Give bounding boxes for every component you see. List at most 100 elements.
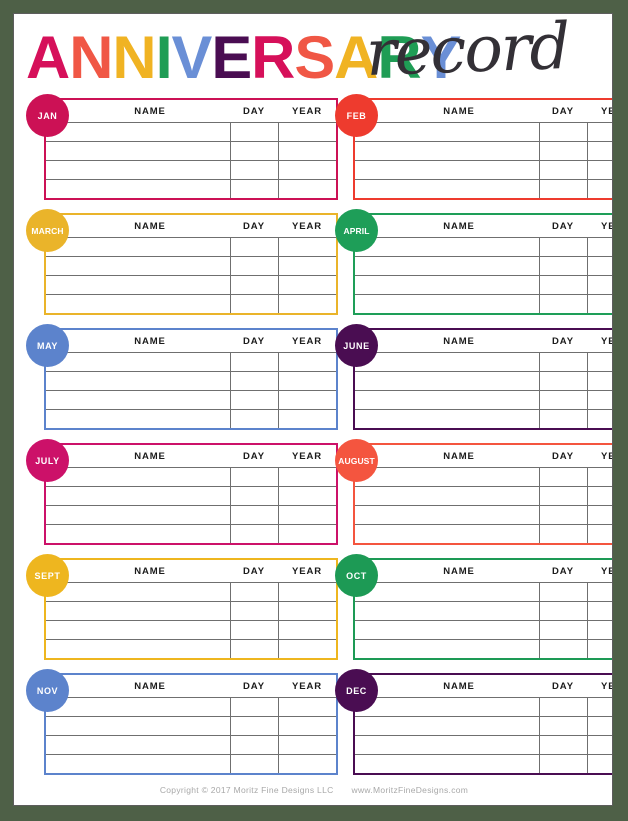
entry-cell-name[interactable] bbox=[354, 601, 540, 621]
entry-cell-name[interactable] bbox=[354, 371, 540, 391]
entry-cell-name[interactable] bbox=[45, 122, 231, 142]
entry-cell-year[interactable] bbox=[586, 639, 612, 659]
entry-cell-name[interactable] bbox=[354, 294, 540, 314]
entry-cell-day[interactable] bbox=[229, 179, 279, 199]
entry-cell-name[interactable] bbox=[354, 409, 540, 429]
entry-cell-day[interactable] bbox=[538, 716, 588, 736]
entry-cell-day[interactable] bbox=[538, 582, 588, 602]
entry-cell-day[interactable] bbox=[229, 141, 279, 161]
entry-cell-year[interactable] bbox=[586, 409, 612, 429]
entry-cell-name[interactable] bbox=[45, 486, 231, 506]
entry-cell-name[interactable] bbox=[45, 582, 231, 602]
entry-cell-day[interactable] bbox=[538, 601, 588, 621]
entry-cell-day[interactable] bbox=[229, 601, 279, 621]
entry-cell-day[interactable] bbox=[538, 371, 588, 391]
entry-cell-name[interactable] bbox=[354, 620, 540, 640]
entry-cell-name[interactable] bbox=[45, 524, 231, 544]
entry-cell-name[interactable] bbox=[354, 141, 540, 161]
entry-cell-year[interactable] bbox=[586, 601, 612, 621]
entry-cell-year[interactable] bbox=[586, 256, 612, 276]
entry-cell-year[interactable] bbox=[586, 524, 612, 544]
entry-cell-day[interactable] bbox=[538, 256, 588, 276]
entry-cell-day[interactable] bbox=[229, 467, 279, 487]
entry-cell-year[interactable] bbox=[586, 160, 612, 180]
footer-website[interactable]: www.MoritzFineDesigns.com bbox=[352, 785, 469, 795]
entry-cell-day[interactable] bbox=[538, 486, 588, 506]
entry-cell-name[interactable] bbox=[354, 237, 540, 257]
entry-cell-name[interactable] bbox=[354, 467, 540, 487]
entry-cell-name[interactable] bbox=[45, 256, 231, 276]
entry-cell-year[interactable] bbox=[586, 754, 612, 774]
entry-cell-year[interactable] bbox=[586, 275, 612, 295]
entry-cell-day[interactable] bbox=[538, 735, 588, 755]
entry-cell-year[interactable] bbox=[586, 735, 612, 755]
entry-cell-day[interactable] bbox=[229, 524, 279, 544]
entry-cell-day[interactable] bbox=[538, 467, 588, 487]
entry-cell-day[interactable] bbox=[538, 620, 588, 640]
entry-cell-day[interactable] bbox=[538, 754, 588, 774]
entry-cell-day[interactable] bbox=[538, 122, 588, 142]
entry-cell-name[interactable] bbox=[45, 275, 231, 295]
entry-cell-day[interactable] bbox=[229, 294, 279, 314]
entry-cell-day[interactable] bbox=[538, 275, 588, 295]
entry-cell-day[interactable] bbox=[229, 371, 279, 391]
entry-cell-name[interactable] bbox=[45, 620, 231, 640]
entry-cell-name[interactable] bbox=[45, 735, 231, 755]
entry-cell-year[interactable] bbox=[586, 620, 612, 640]
entry-cell-day[interactable] bbox=[229, 352, 279, 372]
entry-cell-year[interactable] bbox=[586, 179, 612, 199]
entry-cell-day[interactable] bbox=[538, 505, 588, 525]
entry-cell-day[interactable] bbox=[538, 294, 588, 314]
entry-cell-name[interactable] bbox=[45, 697, 231, 717]
entry-cell-name[interactable] bbox=[354, 505, 540, 525]
entry-cell-day[interactable] bbox=[538, 697, 588, 717]
entry-cell-name[interactable] bbox=[45, 179, 231, 199]
entry-cell-name[interactable] bbox=[354, 486, 540, 506]
entry-cell-day[interactable] bbox=[229, 237, 279, 257]
entry-cell-name[interactable] bbox=[45, 141, 231, 161]
entry-cell-name[interactable] bbox=[45, 294, 231, 314]
entry-cell-day[interactable] bbox=[538, 160, 588, 180]
entry-cell-year[interactable] bbox=[586, 390, 612, 410]
entry-cell-name[interactable] bbox=[354, 582, 540, 602]
entry-cell-day[interactable] bbox=[538, 524, 588, 544]
entry-cell-day[interactable] bbox=[538, 352, 588, 372]
entry-cell-day[interactable] bbox=[538, 179, 588, 199]
entry-cell-name[interactable] bbox=[45, 467, 231, 487]
entry-cell-name[interactable] bbox=[45, 160, 231, 180]
entry-cell-year[interactable] bbox=[586, 352, 612, 372]
entry-cell-name[interactable] bbox=[354, 179, 540, 199]
entry-cell-name[interactable] bbox=[354, 160, 540, 180]
entry-cell-name[interactable] bbox=[354, 524, 540, 544]
entry-cell-name[interactable] bbox=[354, 754, 540, 774]
entry-cell-name[interactable] bbox=[45, 237, 231, 257]
entry-cell-name[interactable] bbox=[45, 639, 231, 659]
entry-cell-name[interactable] bbox=[45, 601, 231, 621]
entry-cell-name[interactable] bbox=[45, 371, 231, 391]
entry-cell-name[interactable] bbox=[354, 697, 540, 717]
entry-cell-day[interactable] bbox=[538, 409, 588, 429]
entry-cell-name[interactable] bbox=[45, 390, 231, 410]
entry-cell-day[interactable] bbox=[229, 716, 279, 736]
entry-cell-name[interactable] bbox=[45, 754, 231, 774]
entry-cell-day[interactable] bbox=[538, 141, 588, 161]
entry-cell-name[interactable] bbox=[354, 275, 540, 295]
entry-cell-day[interactable] bbox=[229, 486, 279, 506]
entry-cell-year[interactable] bbox=[586, 582, 612, 602]
entry-cell-day[interactable] bbox=[229, 505, 279, 525]
entry-cell-day[interactable] bbox=[229, 735, 279, 755]
entry-cell-name[interactable] bbox=[354, 352, 540, 372]
entry-cell-year[interactable] bbox=[586, 505, 612, 525]
entry-cell-day[interactable] bbox=[229, 409, 279, 429]
entry-cell-day[interactable] bbox=[229, 582, 279, 602]
entry-cell-name[interactable] bbox=[45, 352, 231, 372]
entry-cell-day[interactable] bbox=[538, 237, 588, 257]
entry-cell-year[interactable] bbox=[586, 467, 612, 487]
entry-cell-name[interactable] bbox=[354, 122, 540, 142]
entry-cell-name[interactable] bbox=[45, 409, 231, 429]
entry-cell-year[interactable] bbox=[586, 486, 612, 506]
entry-cell-year[interactable] bbox=[586, 141, 612, 161]
entry-cell-day[interactable] bbox=[229, 256, 279, 276]
entry-cell-name[interactable] bbox=[354, 735, 540, 755]
entry-cell-day[interactable] bbox=[229, 160, 279, 180]
